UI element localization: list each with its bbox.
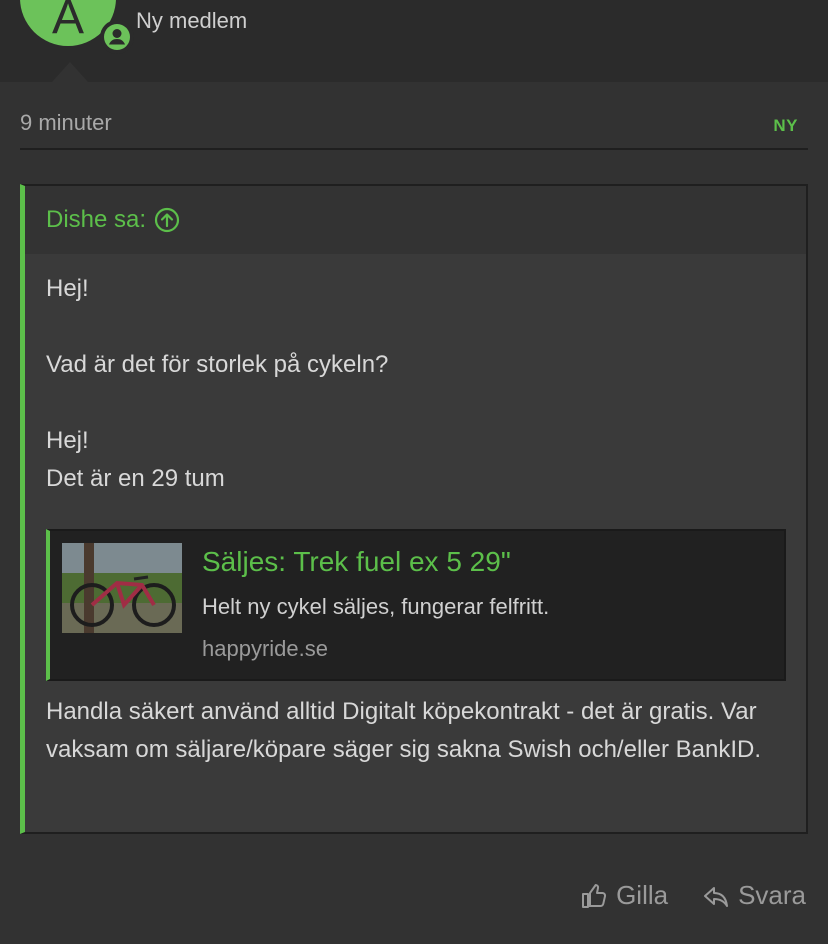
link-preview-card[interactable]: Säljes: Trek fuel ex 5 29" Helt ny cykel… [46,529,786,681]
post-meta: 9 minuter NY [20,104,808,150]
reply-label: Svara [738,880,806,910]
avatar[interactable]: A [20,0,134,54]
link-thumbnail[interactable] [62,543,182,633]
link-title[interactable]: Säljes: Trek fuel ex 5 29" [202,545,511,579]
new-badge: NY [773,116,798,135]
quote-line [46,384,785,422]
user-title: Ny medlem [136,8,248,33]
quote-author[interactable]: Dishe sa: [46,206,146,234]
quote-body: Hej! Vad är det för storlek på cykeln? H… [25,254,806,769]
reply-icon [704,886,729,907]
quote-line: Hej! [46,275,89,302]
like-label: Gilla [616,880,669,910]
user-header: A Ny medlem [0,0,828,82]
reply-button[interactable]: Svara [702,880,806,911]
quote-line: Vad är det för storlek på cykeln? [46,351,389,378]
quote-line: Hej! [46,427,89,454]
like-button[interactable]: Gilla [580,880,668,911]
post-actions: Gilla Svara [580,880,806,911]
link-domain: happyride.se [202,636,328,661]
quote-line: Det är en 29 tum [46,465,225,492]
post-time[interactable]: 9 minuter [20,110,112,136]
arrow-up-circle-icon[interactable] [154,207,180,233]
quote-footer: Handla säkert använd alltid Digitalt köp… [46,698,761,763]
quote-block: Dishe sa: Hej! Vad är det för storlek på… [20,184,808,834]
thumbs-up-icon [582,883,607,908]
quote-line [46,308,785,346]
link-description: Helt ny cykel säljes, fungerar felfritt. [202,594,550,619]
header-caret [52,62,88,82]
quote-header[interactable]: Dishe sa: [25,186,806,254]
user-badge-icon [100,20,134,54]
